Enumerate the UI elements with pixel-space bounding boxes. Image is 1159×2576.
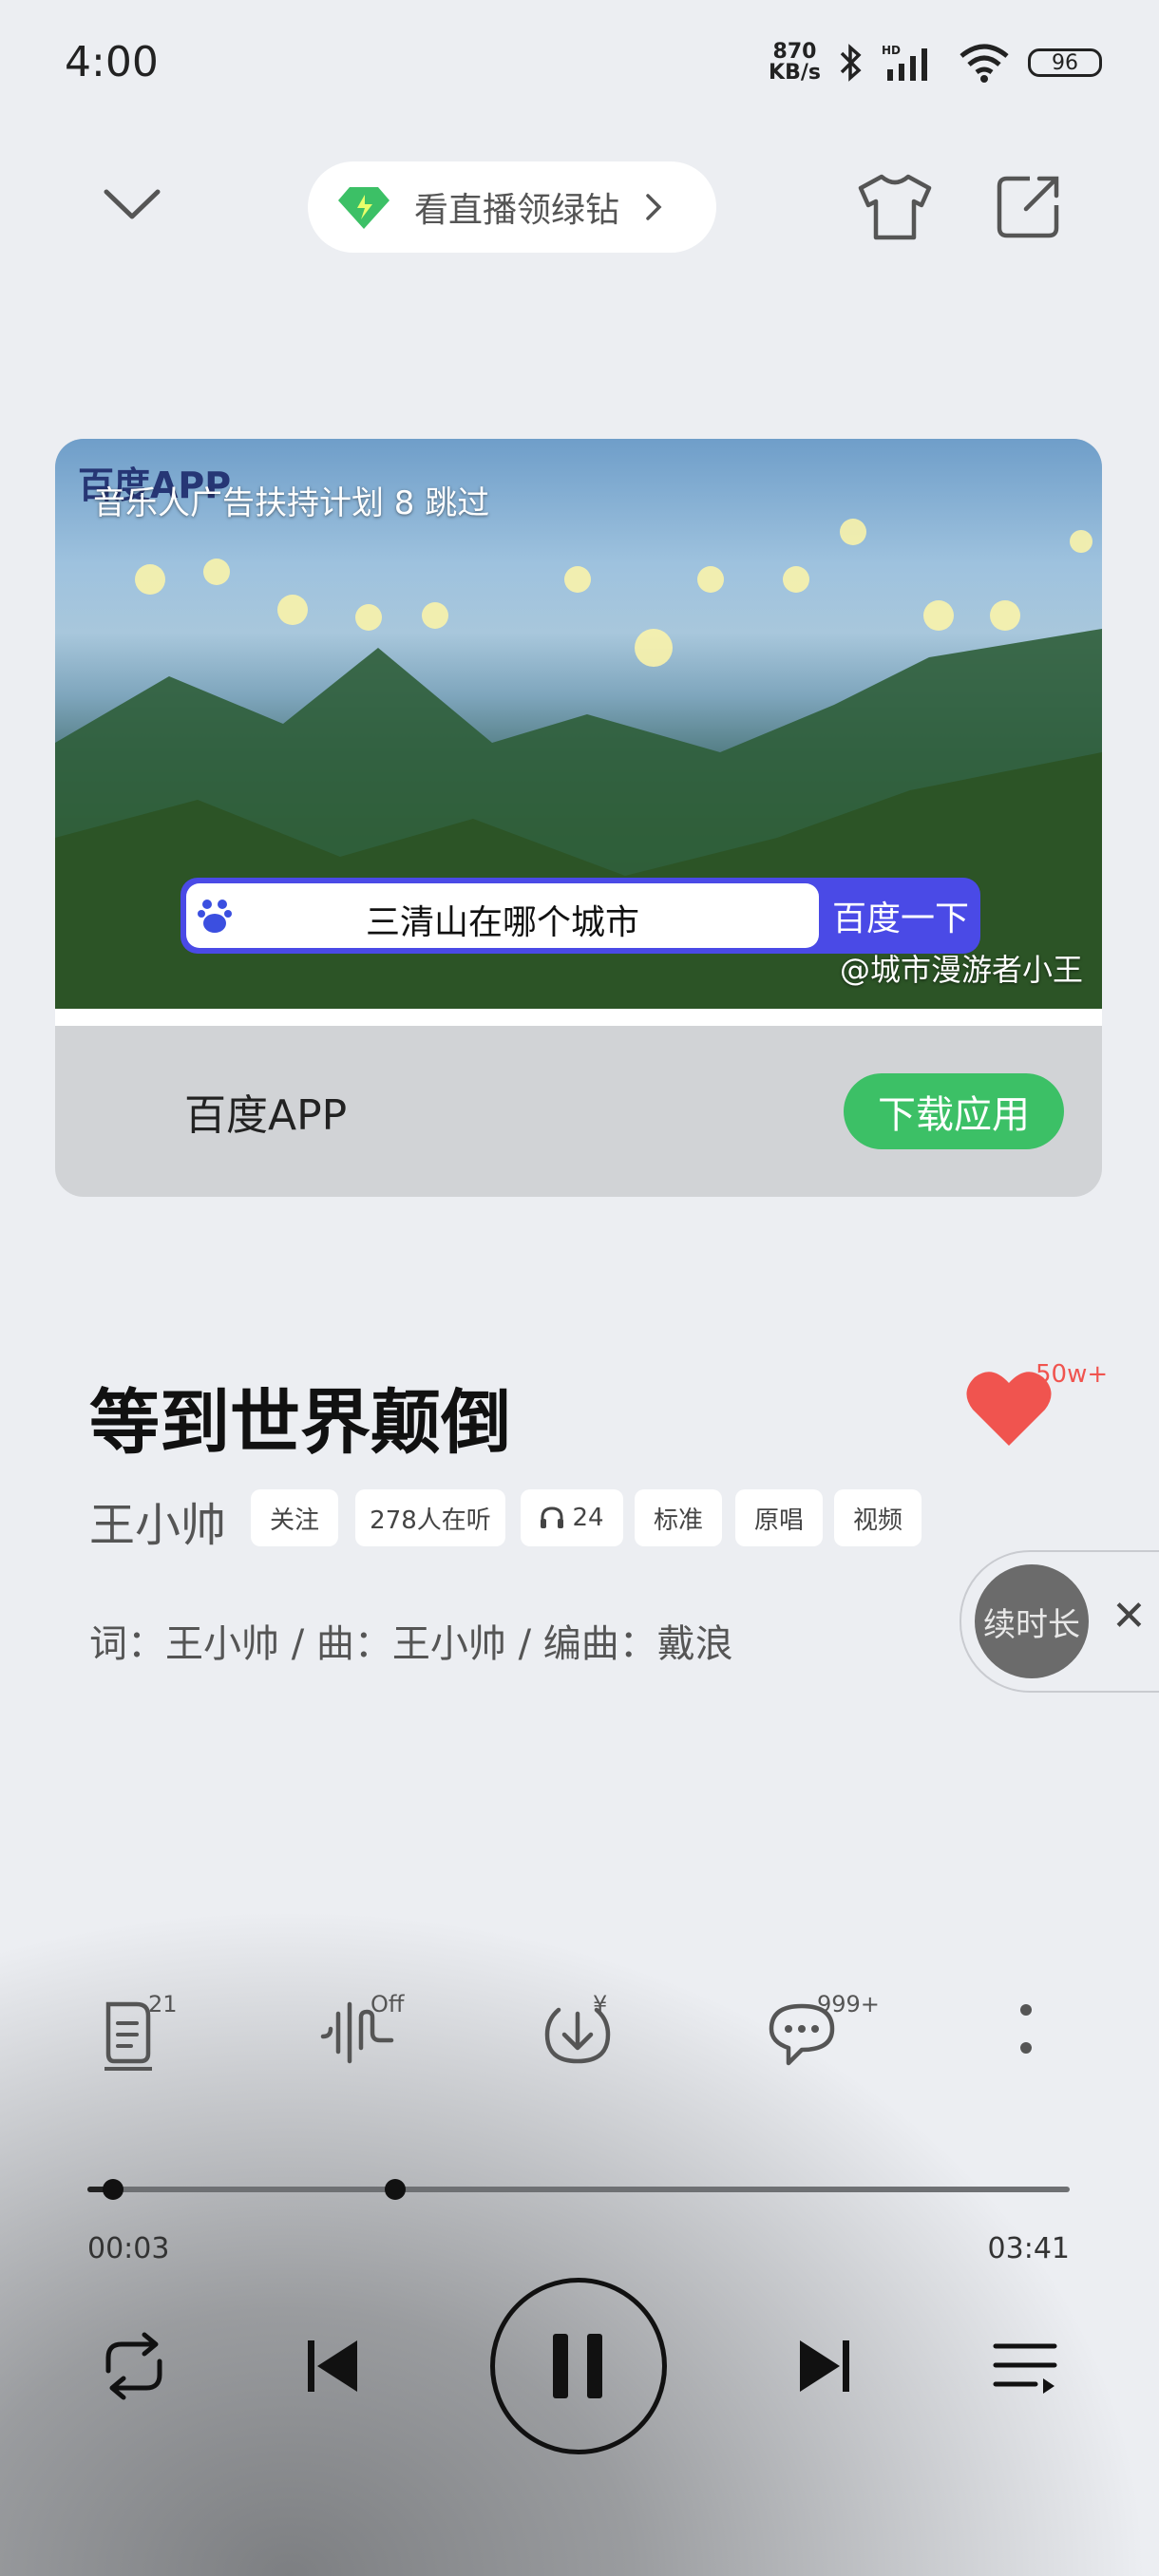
bluetooth-icon: [840, 44, 862, 82]
next-track-icon[interactable]: [781, 2323, 866, 2409]
skin-shirt-icon[interactable]: [855, 171, 935, 243]
comments-badge: 999+: [817, 1991, 880, 2017]
live-reward-pill[interactable]: 看直播领绿钻: [308, 161, 716, 253]
quality-tag[interactable]: 标准: [635, 1489, 722, 1546]
like-count: 50w+: [1036, 1360, 1109, 1389]
wifi-icon: [960, 44, 1009, 83]
extend-duration-button[interactable]: 续时长: [975, 1564, 1089, 1678]
collapse-chevron-icon[interactable]: [99, 180, 165, 228]
previous-track-icon[interactable]: [291, 2323, 376, 2409]
svg-text:HD: HD: [882, 44, 901, 57]
pause-icon: [553, 2334, 602, 2398]
ad-app-name: 百度APP: [184, 1091, 348, 1140]
status-icons: 870 KB/s HD 96: [769, 42, 1102, 84]
ad-search-button[interactable]: 百度一下: [826, 891, 975, 940]
headphone-icon: [541, 1506, 564, 1528]
artist-name[interactable]: 王小帅: [89, 1487, 226, 1554]
ad-search-query: 三清山在哪个城市: [365, 903, 639, 942]
ad-plan-skip[interactable]: 音乐人广告扶持计划 8 跳过: [93, 477, 489, 523]
headphone-count-tag[interactable]: 24: [521, 1489, 623, 1546]
signal-icon: HD: [882, 44, 927, 81]
ad-divider: [55, 1009, 1102, 1026]
chevron-right-icon: [646, 194, 662, 220]
song-title: 等到世界颠倒: [89, 1382, 511, 1464]
current-time: 00:03: [87, 2232, 170, 2265]
ad-search-bar[interactable]: 三清山在哪个城市 百度一下: [180, 878, 980, 954]
close-icon[interactable]: ✕: [1112, 1592, 1147, 1640]
progress-thumb[interactable]: [103, 2179, 124, 2200]
download-badge: ¥: [593, 1991, 608, 2017]
battery-indicator: 96: [1028, 48, 1102, 77]
total-time: 03:41: [987, 2232, 1070, 2265]
follow-tag[interactable]: 关注: [251, 1489, 338, 1546]
progress-track[interactable]: [87, 2187, 1070, 2192]
original-tag[interactable]: 原唱: [735, 1489, 823, 1546]
playlist-icon[interactable]: [982, 2323, 1068, 2409]
live-pill-label: 看直播领绿钻: [414, 191, 620, 230]
status-time: 4:00: [65, 38, 159, 86]
network-speed: 870 KB/s: [769, 40, 821, 85]
green-diamond-icon: [338, 187, 390, 229]
progress-marker: [385, 2179, 406, 2200]
ad-search-field[interactable]: 三清山在哪个城市: [186, 883, 819, 948]
extend-duration-widget[interactable]: 续时长 ✕: [960, 1550, 1159, 1693]
ad-watermark: @城市漫游者小王: [839, 952, 1083, 988]
more-vertical-icon[interactable]: [988, 1995, 1064, 2071]
video-tag[interactable]: 视频: [834, 1489, 922, 1546]
song-credits: 词：王小帅 / 曲：王小帅 / 编曲：戴浪: [89, 1622, 733, 1666]
ad-card[interactable]: 百度APP 音乐人广告扶持计划 8 跳过 三清山在哪个城市 百度一下 @城市漫游…: [55, 439, 1102, 1197]
listeners-tag: 278人在听: [355, 1489, 505, 1546]
share-icon[interactable]: [992, 171, 1064, 243]
pause-button[interactable]: [490, 2278, 667, 2454]
repeat-icon[interactable]: [91, 2323, 177, 2409]
lyrics-badge: 21: [148, 1991, 178, 2017]
headphone-count: 24: [572, 1504, 604, 1532]
sound-effect-badge: Off: [370, 1991, 405, 2017]
download-app-button[interactable]: 下载应用: [844, 1073, 1064, 1149]
